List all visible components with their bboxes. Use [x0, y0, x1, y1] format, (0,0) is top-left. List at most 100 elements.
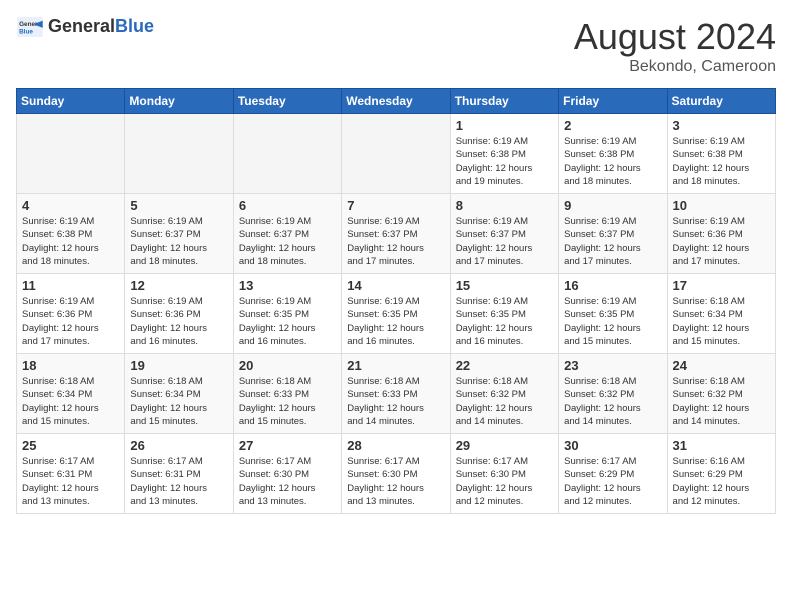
day-info: Sunrise: 6:19 AM Sunset: 6:35 PM Dayligh…: [456, 295, 553, 348]
day-info: Sunrise: 6:18 AM Sunset: 6:34 PM Dayligh…: [130, 375, 227, 428]
calendar-cell: 8Sunrise: 6:19 AM Sunset: 6:37 PM Daylig…: [450, 194, 558, 274]
day-info: Sunrise: 6:19 AM Sunset: 6:35 PM Dayligh…: [347, 295, 444, 348]
day-number: 7: [347, 198, 444, 213]
logo-blue-text: Blue: [115, 16, 154, 37]
day-info: Sunrise: 6:17 AM Sunset: 6:31 PM Dayligh…: [130, 455, 227, 508]
calendar-cell: 14 Sunrise: 6:19 AM Sunset: 6:35 PM Dayli…: [342, 274, 450, 354]
calendar-cell: 23 Sunrise: 6:18 AM Sunset: 6:32 PM Dayli…: [559, 354, 667, 434]
title-block: August 2024 Bekondo, Cameroon: [574, 16, 776, 76]
day-number: 30: [564, 438, 661, 453]
day-number: 18: [22, 358, 119, 373]
calendar-cell: 16Sunrise: 6:19 AM Sunset: 6:35 PM Dayli…: [559, 274, 667, 354]
col-header-monday: Monday: [125, 89, 233, 114]
day-info: Sunrise: 6:17 AM Sunset: 6:30 PM Dayligh…: [456, 455, 553, 508]
day-number: 6: [239, 198, 336, 213]
calendar-cell: 5Sunrise: 6:19 AM Sunset: 6:37 PM Daylig…: [125, 194, 233, 274]
day-number: 19: [130, 358, 227, 373]
calendar-cell: 28Sunrise: 6:17 AM Sunset: 6:30 PM Dayli…: [342, 434, 450, 514]
day-info: Sunrise: 6:19 AM Sunset: 6:35 PM Dayligh…: [239, 295, 336, 348]
day-number: 4: [22, 198, 119, 213]
week-row-1: 1 Sunrise: 6:19 AM Sunset: 6:38 PM Daylig…: [17, 114, 776, 194]
day-number: 25: [22, 438, 119, 453]
day-info: Sunrise: 6:18 AM Sunset: 6:34 PM Dayligh…: [22, 375, 119, 428]
svg-text:Blue: Blue: [19, 28, 33, 35]
col-header-friday: Friday: [559, 89, 667, 114]
day-number: 2: [564, 118, 661, 133]
day-info: Sunrise: 6:17 AM Sunset: 6:29 PM Dayligh…: [564, 455, 661, 508]
day-number: 15: [456, 278, 553, 293]
calendar-cell: 21Sunrise: 6:18 AM Sunset: 6:33 PM Dayli…: [342, 354, 450, 434]
page-header: General Blue General Blue August 2024 Be…: [16, 16, 776, 76]
day-number: 14: [347, 278, 444, 293]
calendar-cell: 10 Sunrise: 6:19 AM Sunset: 6:36 PM Dayli…: [667, 194, 775, 274]
calendar-cell: 29 Sunrise: 6:17 AM Sunset: 6:30 PM Dayli…: [450, 434, 558, 514]
logo-general-text: General: [48, 16, 115, 37]
calendar-cell: [342, 114, 450, 194]
day-number: 1: [456, 118, 553, 133]
col-header-thursday: Thursday: [450, 89, 558, 114]
day-info: Sunrise: 6:19 AM Sunset: 6:38 PM Dayligh…: [456, 135, 553, 188]
col-header-wednesday: Wednesday: [342, 89, 450, 114]
calendar-cell: [233, 114, 341, 194]
calendar-cell: 11Sunrise: 6:19 AM Sunset: 6:36 PM Dayli…: [17, 274, 125, 354]
day-number: 22: [456, 358, 553, 373]
calendar-cell: 22 Sunrise: 6:18 AM Sunset: 6:32 PM Dayli…: [450, 354, 558, 434]
calendar-cell: 13 Sunrise: 6:19 AM Sunset: 6:35 PM Dayli…: [233, 274, 341, 354]
col-header-sunday: Sunday: [17, 89, 125, 114]
day-number: 10: [673, 198, 770, 213]
week-row-3: 11Sunrise: 6:19 AM Sunset: 6:36 PM Dayli…: [17, 274, 776, 354]
day-info: Sunrise: 6:17 AM Sunset: 6:31 PM Dayligh…: [22, 455, 119, 508]
day-number: 8: [456, 198, 553, 213]
calendar-cell: 18 Sunrise: 6:18 AM Sunset: 6:34 PM Dayli…: [17, 354, 125, 434]
calendar-cell: 7 Sunrise: 6:19 AM Sunset: 6:37 PM Daylig…: [342, 194, 450, 274]
day-number: 12: [130, 278, 227, 293]
logo: General Blue General Blue: [16, 16, 154, 37]
logo-icon: General Blue: [16, 17, 44, 37]
day-info: Sunrise: 6:19 AM Sunset: 6:37 PM Dayligh…: [239, 215, 336, 268]
day-number: 9: [564, 198, 661, 213]
day-number: 23: [564, 358, 661, 373]
calendar-cell: 20Sunrise: 6:18 AM Sunset: 6:33 PM Dayli…: [233, 354, 341, 434]
calendar-header-row: SundayMondayTuesdayWednesdayThursdayFrid…: [17, 89, 776, 114]
day-info: Sunrise: 6:19 AM Sunset: 6:37 PM Dayligh…: [347, 215, 444, 268]
calendar-cell: 9 Sunrise: 6:19 AM Sunset: 6:37 PM Daylig…: [559, 194, 667, 274]
day-info: Sunrise: 6:19 AM Sunset: 6:38 PM Dayligh…: [564, 135, 661, 188]
day-number: 26: [130, 438, 227, 453]
calendar-cell: 17 Sunrise: 6:18 AM Sunset: 6:34 PM Dayli…: [667, 274, 775, 354]
day-info: Sunrise: 6:17 AM Sunset: 6:30 PM Dayligh…: [239, 455, 336, 508]
day-info: Sunrise: 6:17 AM Sunset: 6:30 PM Dayligh…: [347, 455, 444, 508]
calendar-cell: 26 Sunrise: 6:17 AM Sunset: 6:31 PM Dayli…: [125, 434, 233, 514]
week-row-2: 4Sunrise: 6:19 AM Sunset: 6:38 PM Daylig…: [17, 194, 776, 274]
calendar-cell: 12 Sunrise: 6:19 AM Sunset: 6:36 PM Dayli…: [125, 274, 233, 354]
col-header-tuesday: Tuesday: [233, 89, 341, 114]
calendar-cell: 3Sunrise: 6:19 AM Sunset: 6:38 PM Daylig…: [667, 114, 775, 194]
day-info: Sunrise: 6:18 AM Sunset: 6:32 PM Dayligh…: [456, 375, 553, 428]
week-row-4: 18 Sunrise: 6:18 AM Sunset: 6:34 PM Dayli…: [17, 354, 776, 434]
day-info: Sunrise: 6:19 AM Sunset: 6:36 PM Dayligh…: [673, 215, 770, 268]
month-year-title: August 2024: [574, 16, 776, 58]
day-number: 17: [673, 278, 770, 293]
day-info: Sunrise: 6:19 AM Sunset: 6:37 PM Dayligh…: [564, 215, 661, 268]
day-info: Sunrise: 6:19 AM Sunset: 6:35 PM Dayligh…: [564, 295, 661, 348]
day-number: 21: [347, 358, 444, 373]
day-info: Sunrise: 6:19 AM Sunset: 6:36 PM Dayligh…: [130, 295, 227, 348]
col-header-saturday: Saturday: [667, 89, 775, 114]
calendar-cell: 4Sunrise: 6:19 AM Sunset: 6:38 PM Daylig…: [17, 194, 125, 274]
week-row-5: 25 Sunrise: 6:17 AM Sunset: 6:31 PM Dayli…: [17, 434, 776, 514]
day-info: Sunrise: 6:18 AM Sunset: 6:32 PM Dayligh…: [564, 375, 661, 428]
day-number: 29: [456, 438, 553, 453]
day-number: 31: [673, 438, 770, 453]
day-info: Sunrise: 6:18 AM Sunset: 6:34 PM Dayligh…: [673, 295, 770, 348]
calendar-cell: 24 Sunrise: 6:18 AM Sunset: 6:32 PM Dayli…: [667, 354, 775, 434]
day-number: 3: [673, 118, 770, 133]
calendar-cell: 30 Sunrise: 6:17 AM Sunset: 6:29 PM Dayli…: [559, 434, 667, 514]
day-number: 20: [239, 358, 336, 373]
day-number: 24: [673, 358, 770, 373]
calendar-cell: 31 Sunrise: 6:16 AM Sunset: 6:29 PM Dayli…: [667, 434, 775, 514]
day-number: 5: [130, 198, 227, 213]
day-number: 13: [239, 278, 336, 293]
calendar-cell: 19 Sunrise: 6:18 AM Sunset: 6:34 PM Dayli…: [125, 354, 233, 434]
day-info: Sunrise: 6:18 AM Sunset: 6:32 PM Dayligh…: [673, 375, 770, 428]
day-info: Sunrise: 6:16 AM Sunset: 6:29 PM Dayligh…: [673, 455, 770, 508]
calendar-cell: [125, 114, 233, 194]
